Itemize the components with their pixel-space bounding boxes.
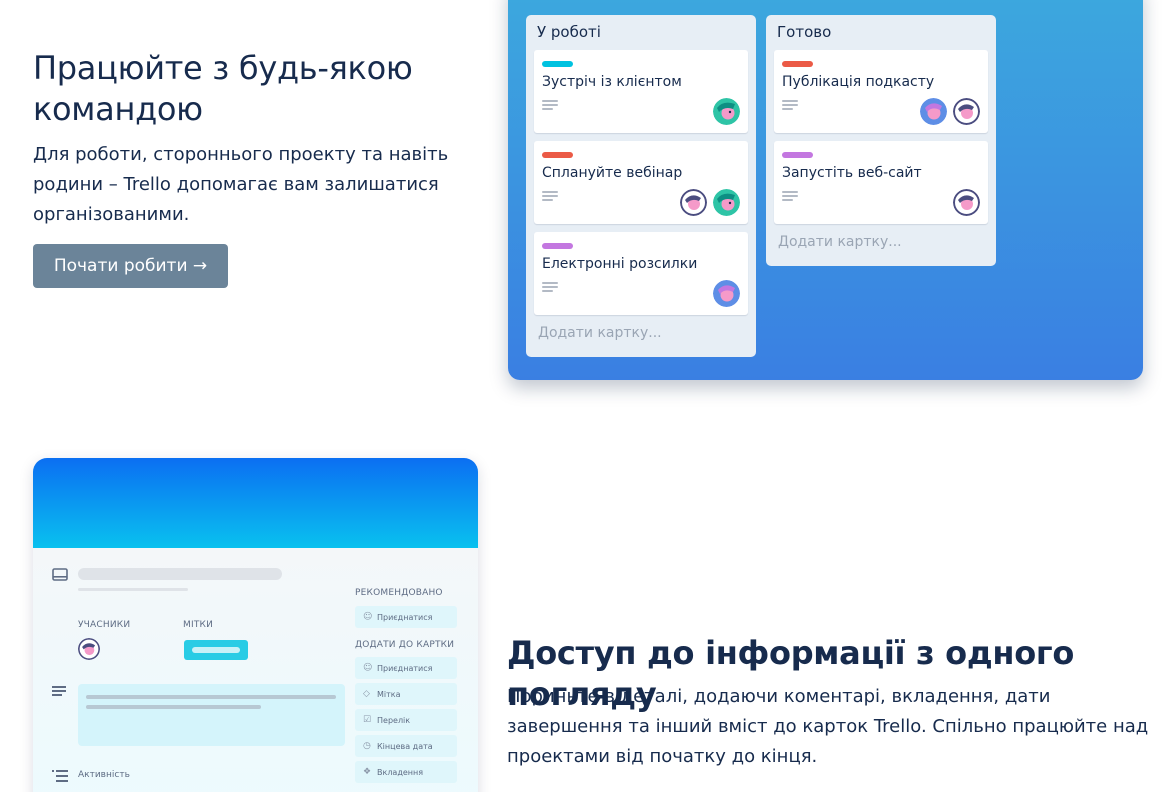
- board-list-done: Готово Публікація подкасту Запустіть веб…: [766, 15, 996, 266]
- description-icon: [52, 686, 66, 696]
- label-chip[interactable]: [184, 640, 248, 660]
- card-title: Зустріч із клієнтом: [542, 74, 682, 90]
- section-title-teams: Працюйте з будь-якою командою: [33, 49, 413, 128]
- activity-label: Активність: [78, 770, 130, 780]
- activity-icon: [52, 770, 68, 782]
- card-label: [542, 243, 573, 249]
- paperclip-icon: ❖: [363, 767, 372, 777]
- board-card[interactable]: Сплануйте вебінар: [534, 141, 748, 224]
- list-title: Готово: [777, 23, 832, 41]
- avatar-purple: [78, 638, 100, 660]
- attachment-button[interactable]: ❖ Вкладення: [355, 761, 457, 783]
- avatar-blue: [713, 280, 740, 307]
- card-title: Сплануйте вебінар: [542, 165, 683, 181]
- board-list-in-progress: У роботі Зустріч із клієнтом Сплануйте в…: [526, 15, 756, 357]
- card-label: [782, 152, 813, 158]
- description-icon: [782, 100, 798, 110]
- recommended-heading: Рекомендовано: [355, 588, 443, 598]
- add-card-link[interactable]: Додати картку...: [778, 234, 902, 250]
- description-icon: [542, 191, 558, 201]
- description-icon: [542, 282, 558, 292]
- card-label: [542, 152, 573, 158]
- avatar-teal: [713, 98, 740, 125]
- description-icon: [782, 191, 798, 201]
- members-heading: Учасники: [78, 620, 131, 630]
- board-card[interactable]: Зустріч із клієнтом: [534, 50, 748, 133]
- board-card[interactable]: Запустіть веб-сайт: [774, 141, 988, 224]
- title-placeholder: [78, 568, 282, 580]
- person-icon: ☺: [363, 663, 373, 673]
- card-title: Публікація подкасту: [782, 74, 935, 90]
- subtitle-placeholder: [78, 588, 188, 591]
- avatar-purple: [953, 98, 980, 125]
- board-mockup: У роботі Зустріч із клієнтом Сплануйте в…: [508, 0, 1143, 380]
- avatar-blue: [920, 98, 947, 125]
- card-label: [542, 61, 573, 67]
- description-box[interactable]: [78, 684, 345, 746]
- join-button-recommended[interactable]: ☺ Приєднатися: [355, 606, 457, 628]
- section-description-overview: Пориньте в деталі, додаючи коментарі, вк…: [507, 686, 1149, 767]
- board-card[interactable]: Публікація подкасту: [774, 50, 988, 133]
- add-card-link[interactable]: Додати картку...: [538, 325, 662, 341]
- start-button[interactable]: Почати робити →: [33, 244, 228, 288]
- description-icon: [542, 100, 558, 110]
- avatar-teal: [713, 189, 740, 216]
- avatar-purple: [680, 189, 707, 216]
- label-button[interactable]: ◇ Мітка: [355, 683, 457, 705]
- checklist-icon: ☑: [363, 715, 372, 725]
- card-detail-mockup: Учасники Мітки Активність Рекомендовано …: [33, 458, 478, 792]
- person-icon: ☺: [363, 612, 373, 622]
- clock-icon: ◷: [363, 741, 371, 751]
- add-to-card-heading: Додати до картки: [355, 640, 455, 650]
- card-cover: [33, 458, 478, 548]
- list-title: У роботі: [537, 23, 601, 41]
- card-title: Запустіть веб-сайт: [782, 165, 922, 181]
- section-description-teams: Для роботи, стороннього проекту та навіт…: [33, 144, 449, 225]
- board-card[interactable]: Електронні розсилки: [534, 232, 748, 315]
- card-detail-body: Учасники Мітки Активність Рекомендовано …: [33, 548, 478, 792]
- checklist-button[interactable]: ☑ Перелік: [355, 709, 457, 731]
- avatar-purple: [953, 189, 980, 216]
- labels-heading: Мітки: [183, 620, 214, 630]
- due-date-button[interactable]: ◷ Кінцева дата: [355, 735, 457, 757]
- card-label: [782, 61, 813, 67]
- card-title: Електронні розсилки: [542, 256, 698, 272]
- card-icon: [52, 568, 68, 581]
- tag-icon: ◇: [363, 689, 370, 699]
- join-button[interactable]: ☺ Приєднатися: [355, 657, 457, 679]
